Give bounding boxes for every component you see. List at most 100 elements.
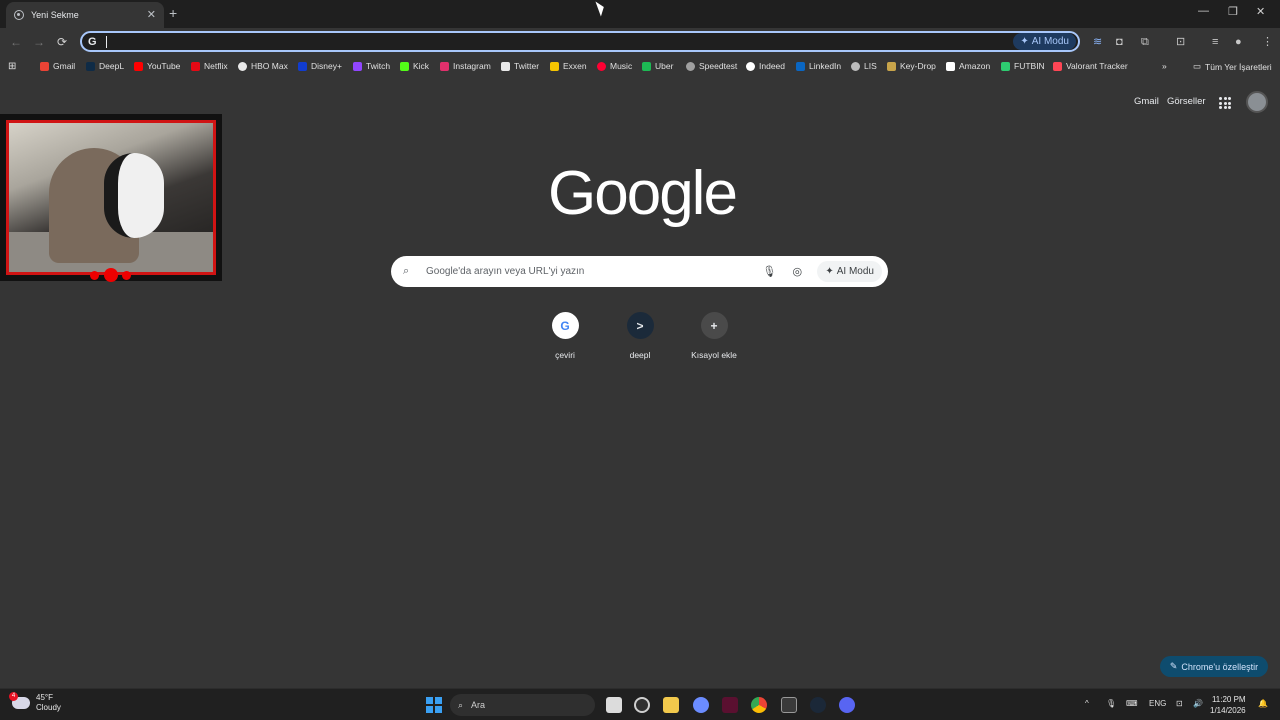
reading-list-icon[interactable]: ≡ (1212, 35, 1218, 49)
cast-icon[interactable]: ≋ (1093, 35, 1102, 49)
tray-overflow-icon[interactable]: ^ (1085, 699, 1089, 708)
valorant-icon[interactable] (722, 697, 738, 713)
task-view-icon[interactable] (606, 697, 622, 713)
all-bookmarks-folder[interactable]: ▭ Tüm Yer İşaretleri (1193, 61, 1272, 72)
amazon-icon (946, 61, 955, 71)
webcam-decoration-dot (104, 268, 118, 282)
chrome-icon (14, 10, 24, 20)
bookmark-twitter[interactable]: Twitter (501, 61, 539, 71)
extensions-icon[interactable]: ⧉ (1141, 35, 1149, 49)
tab-close-icon[interactable]: ✕ (147, 9, 156, 21)
ai-mode-button[interactable]: ✦ AI Modu (1013, 33, 1076, 50)
reload-button[interactable]: ⟳ (57, 35, 67, 49)
shortcut-deepl[interactable]: > deepl (608, 312, 672, 360)
bookmark-deepl[interactable]: DeepL (86, 61, 124, 71)
bookmark-disney-plus[interactable]: Disney+ (298, 61, 342, 71)
futbin-icon (1001, 61, 1010, 71)
bookmark-youtube[interactable]: YouTube (134, 61, 180, 71)
bookmark-netflix[interactable]: Netflix (191, 61, 228, 71)
bookmark-amazon[interactable]: Amazon (946, 61, 990, 71)
disney-plus-icon (298, 61, 307, 71)
gmail-link[interactable]: Gmail (1134, 96, 1159, 107)
bookmark-twitch[interactable]: Twitch (353, 61, 390, 71)
bookmarks-bar: ⊞ Gmail DeepL YouTube Netflix HBO Max Di… (0, 56, 1280, 76)
chrome-taskbar-icon[interactable] (751, 697, 767, 713)
network-icon[interactable]: ⊡ (1176, 699, 1183, 708)
language-indicator[interactable]: ENG (1149, 699, 1166, 708)
bookmark-speedtest[interactable]: Speedtest (686, 61, 737, 71)
restore-button[interactable]: ❐ (1228, 5, 1238, 18)
tab-search-icon[interactable]: ⊡ (1176, 35, 1185, 49)
bookmark-label: Valorant Tracker (1066, 61, 1128, 71)
chatgpt-icon[interactable] (634, 697, 650, 713)
webcam-video-frame (6, 120, 216, 275)
back-button[interactable]: ← (10, 35, 22, 49)
bookmark-exxen[interactable]: Exxen (550, 61, 587, 71)
search-icon: ⌕ (458, 699, 464, 710)
system-clock[interactable]: 11:20 PM 1/14/2026 (1210, 694, 1246, 716)
bookmark-futbin[interactable]: FUTBIN (1001, 61, 1045, 71)
extension-shield-icon[interactable]: ◘ (1116, 35, 1123, 49)
apps-grid-icon[interactable]: ⊞ (8, 61, 16, 72)
bookmark-label: Speedtest (699, 61, 738, 71)
add-shortcut-button[interactable]: + Kısayol ekle (682, 312, 746, 360)
notifications-icon[interactable]: 🔔 (1258, 699, 1268, 708)
bookmark-linkedin[interactable]: LinkedIn (796, 61, 841, 71)
exxen-icon (550, 61, 559, 71)
weather-widget[interactable]: 4 45°F Cloudy (9, 692, 61, 713)
bookmark-key-drop[interactable]: Key-Drop (887, 61, 936, 71)
menu-icon[interactable]: ⋮ (1262, 35, 1273, 49)
cloudy-weather-icon: 4 (9, 692, 30, 709)
close-window-button[interactable]: ✕ (1256, 5, 1265, 18)
search-box[interactable]: ⌕ Google'da arayın veya URL'yi yazın 🎙 ◎… (391, 256, 888, 287)
bookmark-instagram[interactable]: Instagram (440, 61, 491, 71)
minimize-button[interactable]: — (1198, 5, 1209, 17)
google-lens-icon[interactable]: ◎ (789, 265, 805, 278)
customize-label: Chrome'u özelleştir (1181, 661, 1259, 672)
microphone-tray-icon[interactable]: 🎙 (1106, 699, 1116, 708)
file-explorer-icon[interactable] (663, 697, 679, 713)
tab-new-tab[interactable]: Yeni Sekme ✕ (6, 2, 164, 28)
search-ai-mode-button[interactable]: ✦ AI Modu (817, 261, 882, 282)
weather-badge: 4 (9, 692, 18, 701)
microphone-icon[interactable]: 🎙 (761, 265, 777, 278)
keyboard-icon[interactable]: ⌨ (1126, 699, 1138, 708)
bookmark-label: Music (610, 61, 633, 71)
new-tab-button[interactable]: + (169, 5, 177, 21)
bookmark-gmail[interactable]: Gmail (40, 61, 75, 71)
bookmark-hbo-max[interactable]: HBO Max (238, 61, 288, 71)
forward-button[interactable]: → (33, 35, 45, 49)
google-translate-icon: G (551, 312, 579, 339)
bookmark-music[interactable]: Music (597, 61, 632, 71)
pencil-icon: ✎ (1169, 661, 1178, 671)
hbo-max-icon (238, 61, 247, 71)
clock-time: 11:20 PM (1211, 695, 1246, 704)
windows-start-button[interactable] (426, 697, 442, 713)
address-bar[interactable]: G ✦ AI Modu (80, 31, 1080, 52)
bookmark-valorant-tracker[interactable]: Valorant Tracker (1053, 61, 1128, 71)
steam-icon[interactable] (810, 697, 826, 713)
bookmark-uber[interactable]: Uber (642, 61, 673, 71)
images-link[interactable]: Görseller (1167, 96, 1206, 107)
discord-icon[interactable] (839, 697, 855, 713)
google-apps-icon[interactable] (1219, 97, 1231, 109)
bookmark-label: FUTBIN (1014, 61, 1045, 71)
bookmark-indeed[interactable]: Indeed (746, 61, 785, 71)
volume-icon[interactable]: 🔊 (1193, 699, 1203, 708)
shortcut-ceviri[interactable]: G çeviri (533, 312, 597, 360)
google-icon: G (88, 35, 97, 48)
customize-chrome-button[interactable]: ✎ Chrome'u özelleştir (1160, 656, 1268, 677)
windows-taskbar: 4 45°F Cloudy ⌕ Ara ^ 🎙 ⌨ ENG ⊡ 🔊 11:20 … (0, 688, 1280, 720)
bookmark-kick[interactable]: Kick (400, 61, 429, 71)
bookmarks-more-button[interactable]: » (1162, 61, 1167, 71)
taskbar-search[interactable]: ⌕ Ara (450, 694, 595, 716)
profile-avatar-icon[interactable]: ● (1235, 35, 1242, 49)
bookmark-label: Amazon (959, 61, 991, 71)
epic-games-icon[interactable] (781, 697, 797, 713)
account-avatar[interactable] (1246, 91, 1268, 113)
app-icon[interactable] (693, 697, 709, 713)
tab-strip: Yeni Sekme ✕ + — ❐ ✕ (0, 0, 1280, 28)
bookmark-lis[interactable]: LIS (851, 61, 877, 71)
folder-icon: ▭ (1193, 61, 1202, 71)
address-input[interactable] (111, 35, 1014, 48)
